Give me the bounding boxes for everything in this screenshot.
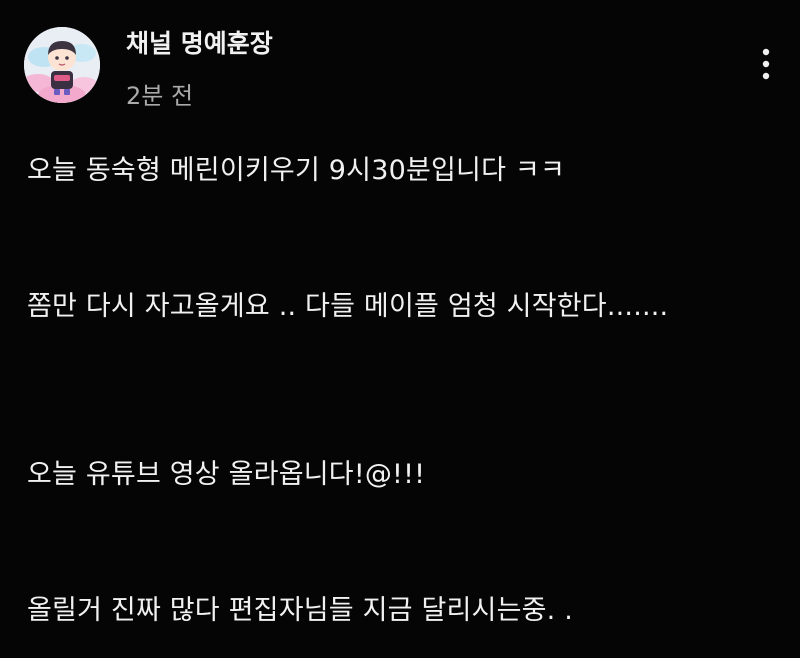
post-text-line: 올릴거 진짜 많다 편집자님들 지금 달리시는중. . [27, 595, 574, 626]
post-timestamp: 2분 전 [126, 82, 194, 110]
post-text-line: 오늘 유튜브 영상 올라옵니다!@!!! [27, 459, 426, 490]
avatar-icon [24, 27, 100, 103]
more-vertical-icon [762, 48, 770, 80]
more-options-button[interactable] [748, 44, 784, 84]
post-header: 채널 명예훈장 2분 전 [0, 0, 800, 120]
post-text-line: 쫌만 다시 자고올게요 .. 다들 메이플 엄청 시작한다....... [27, 291, 669, 322]
channel-name[interactable]: 채널 명예훈장 [126, 24, 273, 60]
post-text-line: 오늘 동숙형 메린이키우기 9시30분입니다 ㅋㅋ [27, 155, 565, 186]
channel-avatar[interactable] [24, 27, 100, 103]
